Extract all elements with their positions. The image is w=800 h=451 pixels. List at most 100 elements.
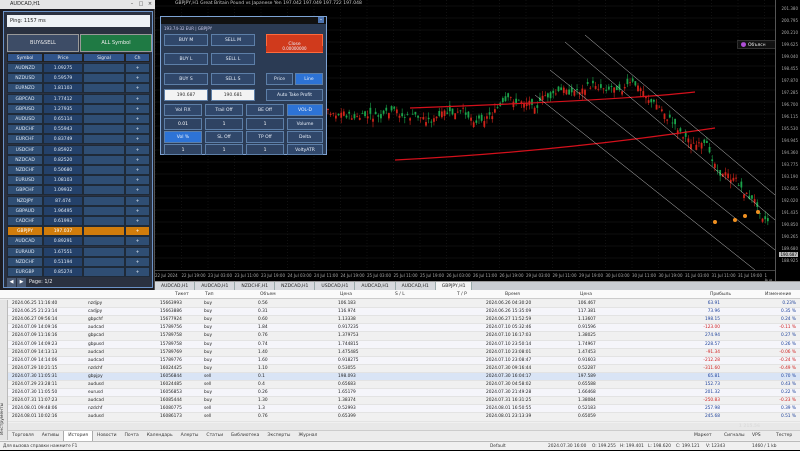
history-col-header[interactable]: Цена (340, 290, 352, 299)
symbol-row[interactable]: EURGBP 0.85274 + (7, 267, 150, 277)
open-chart-button[interactable]: + (125, 205, 150, 216)
symbol-row[interactable]: AUDCHF 0.55943 + (7, 124, 150, 135)
sell-l-button[interactable]: SELL L (211, 53, 255, 65)
symbol-row[interactable]: GBPCHF 1.09932 + (7, 185, 150, 196)
toolbox-tab[interactable]: Статьи (202, 431, 227, 441)
sl-off-button[interactable]: SL Off (205, 131, 243, 143)
column-header[interactable]: Price (43, 53, 83, 62)
lot-input[interactable]: 0.01 (164, 118, 202, 130)
sell-s-button[interactable]: SELL S (211, 73, 255, 85)
history-row[interactable]: 2024.07.09 14:09:16 audcad 15789756 buy 1.84… (8, 324, 800, 333)
buy-l-button[interactable]: BUY L (164, 53, 208, 65)
history-row[interactable]: 2024.06.25 11:16:40 nzdjpy 15663993 buy 0.56… (8, 300, 800, 309)
open-chart-button[interactable]: + (125, 144, 150, 155)
toolbox-right-tab[interactable]: VPS (748, 431, 765, 441)
history-row[interactable]: 2024.07.29 23:28:11 audusd 16024485 sell 0.4… (8, 381, 800, 390)
vol-fix-button[interactable]: Vol FIX (164, 104, 202, 116)
be-input[interactable]: 1 (246, 118, 284, 130)
tp-off-button[interactable]: TP Off (246, 131, 284, 143)
trail-off-button[interactable]: Trail Off (205, 104, 243, 116)
toolbox-tab[interactable]: Журнал (294, 431, 321, 441)
symbol-row[interactable]: GBPUSD 1.27935 + (7, 103, 150, 114)
history-col-header[interactable]: Тип (205, 290, 214, 299)
history-row[interactable]: 2024.07.09 11:16:16 gbpcad 15789758 buy 0.76… (8, 332, 800, 341)
history-col-header[interactable]: Изменение (765, 290, 791, 299)
toolbox-tab[interactable]: Почта (121, 431, 143, 441)
symbol-row[interactable]: USDCHF 0.85922 + (7, 144, 150, 155)
history-row[interactable]: 2024.07.09 14:14:06 audcad 15789776 buy 1.60… (8, 356, 800, 365)
symbol-row[interactable]: EURNZD 1.81103 + (7, 83, 150, 94)
vol-d-button[interactable]: VOL-D (287, 104, 323, 116)
history-col-header[interactable]: Тикет (175, 290, 189, 299)
trail-input[interactable]: 1 (205, 118, 243, 130)
vol-pct-input[interactable]: 1 (164, 144, 202, 155)
symbol-row[interactable]: CADCHF 0.61993 + (7, 216, 150, 226)
open-chart-button[interactable]: + (125, 103, 150, 114)
collapse-icon[interactable]: – (318, 17, 324, 23)
history-row[interactable]: 2024.08.01 09:48:06 nzdchf 16080775 sell 1.3… (8, 405, 800, 414)
toolbox-right-tab[interactable]: Маркет (690, 431, 716, 441)
symbol-row[interactable]: NZDCHF 0.50680 + (7, 165, 150, 175)
open-chart-button[interactable]: + (125, 63, 150, 73)
symbol-row[interactable]: NZDCHF 0.51194 + (7, 256, 150, 267)
symbol-row[interactable]: AUDUSD 0.65114 + (7, 114, 150, 124)
history-row[interactable]: 2024.07.29 10:21:15 nzdchf 16024425 buy 1.10… (8, 365, 800, 373)
history-col-header[interactable]: Цена (580, 290, 592, 299)
auto-take-profit-button[interactable]: Auto Take Profit (266, 89, 323, 101)
toolbox-tab[interactable]: Эксперты (263, 431, 294, 441)
buy-m-button[interactable]: BUY M (164, 34, 208, 46)
symbol-row[interactable]: EURUSD 1.08103 + (7, 175, 150, 186)
sl-input[interactable]: 1 (205, 144, 243, 155)
symbol-row[interactable]: GBPAUD 1.96495 + (7, 205, 150, 216)
symbol-row[interactable]: GBPCAD 1.77412 + (7, 93, 150, 104)
tp-input[interactable]: 1 (246, 144, 284, 155)
open-chart-button[interactable]: + (125, 83, 150, 94)
history-row[interactable]: 2024.06.25 21:23:14 cadjpy 15663886 buy 0.31… (8, 308, 800, 317)
history-row[interactable]: 2024.07.30 11:05:31 gbpjpy 16056844 sell 0.1… (8, 372, 800, 382)
open-chart-button[interactable]: + (125, 93, 150, 104)
history-row[interactable]: 2024.08.01 10:02:16 audusd 16086173 sell 0.7… (8, 413, 800, 422)
symbol-row[interactable]: AUDCAD 0.89291 + (7, 236, 150, 247)
sell-m-button[interactable]: SELL M (211, 34, 255, 46)
open-chart-button[interactable]: + (125, 246, 150, 257)
open-chart-button[interactable]: + (125, 236, 150, 247)
all-symbol-button[interactable]: ALL Symbol (80, 34, 152, 52)
open-chart-button[interactable]: + (125, 73, 150, 84)
open-chart-button[interactable]: + (125, 154, 150, 165)
be-off-button[interactable]: BE Off (246, 104, 284, 116)
symbol-row[interactable]: EURCHF 0.83749 + (7, 134, 150, 145)
column-header[interactable]: Signal (83, 53, 125, 62)
open-chart-button[interactable]: + (125, 195, 150, 206)
toolbox-tab[interactable]: Библиотека (227, 431, 263, 441)
history-col-header[interactable]: T / P (457, 290, 467, 299)
history-col-header[interactable]: Объем (260, 290, 276, 299)
time-scale[interactable]: 22 Jul 2024 22 Jul 19:00 23 Jul 03:00 23 Ju… (155, 270, 776, 288)
column-header[interactable]: Symbol (7, 53, 43, 62)
history-row[interactable]: 2024.07.09 14:09:23 gbpusd 15789758 buy 0.74… (8, 340, 800, 349)
open-chart-button[interactable]: + (125, 124, 150, 135)
toolbox-tab[interactable]: Алерты (177, 431, 203, 441)
symbol-row[interactable]: NZDUSD 0.59579 + (7, 73, 150, 84)
open-chart-button[interactable]: + (125, 185, 150, 196)
toolbox-tab[interactable]: Календарь (143, 431, 177, 441)
buy-s-button[interactable]: BUY S (164, 73, 208, 85)
open-chart-button[interactable]: + (125, 165, 150, 175)
column-header[interactable]: Ch (125, 53, 150, 62)
symbol-row[interactable]: AUDNZD 1.09275 + (7, 63, 150, 73)
close-icon[interactable]: × (146, 1, 154, 8)
minimize-icon[interactable]: – (128, 1, 136, 8)
price-scale[interactable]: 201.380 200.795 200.210 199.625 199.040 198.4… (775, 0, 800, 283)
history-col-header[interactable]: Прибыль (710, 290, 731, 299)
toolbox-tab[interactable]: Новости (93, 431, 121, 441)
open-chart-button[interactable]: + (125, 216, 150, 226)
toolbox-tab[interactable]: Активы (38, 431, 64, 441)
prev-page-icon[interactable]: ◀ (7, 278, 16, 287)
history-row[interactable]: 2024.06.27 09:56:14 gbpchf 15677924 buy 0.60… (8, 316, 800, 325)
toolbox-tab[interactable]: Торговля (8, 431, 38, 441)
symbol-row[interactable]: NZDCAD 0.82520 + (7, 154, 150, 165)
open-chart-button[interactable]: + (125, 114, 150, 124)
open-chart-button[interactable]: + (125, 267, 150, 277)
buy-sell-button[interactable]: BUY&SELL (7, 34, 79, 52)
toolbox-right-tab[interactable]: Сигналы (720, 431, 749, 441)
history-col-header[interactable]: Время (505, 290, 520, 299)
